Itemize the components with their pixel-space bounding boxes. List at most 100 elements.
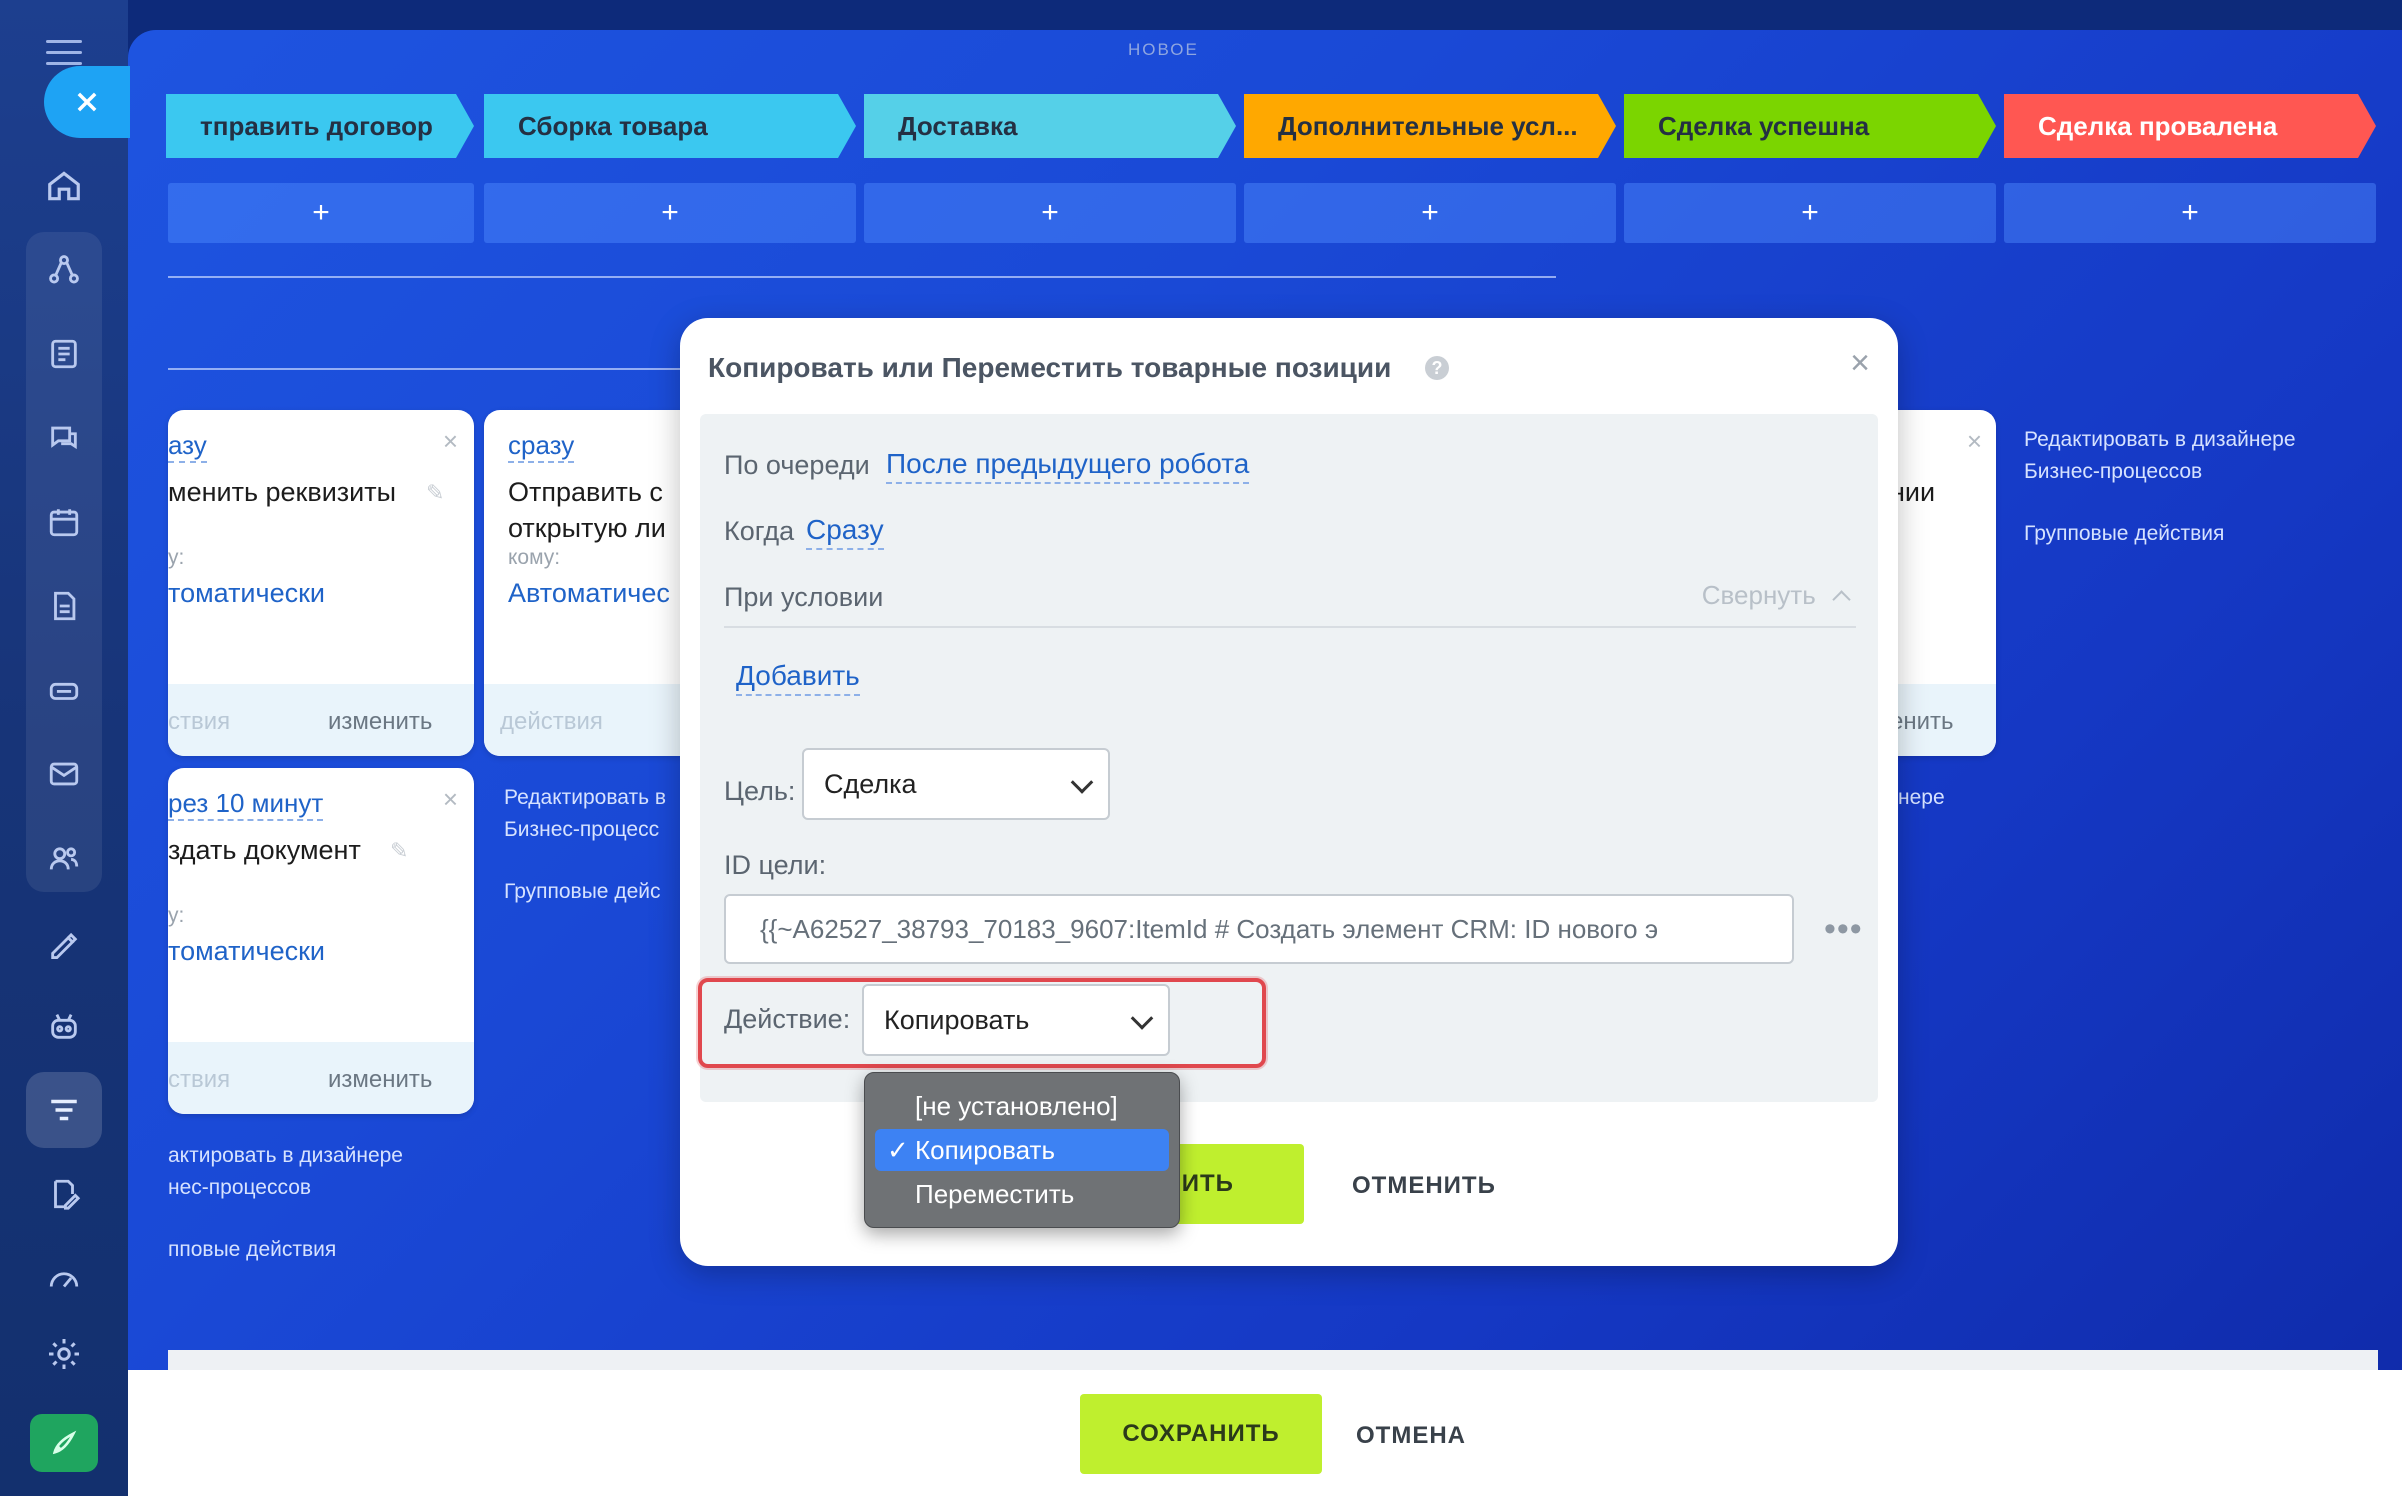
add-robot-button[interactable]: + [484,183,856,243]
card-actions-link[interactable]: ствия [168,708,230,736]
robot-title: здать документ [168,835,361,865]
save-button[interactable]: СОХРАНИТЬ [1080,1394,1322,1474]
designer-link[interactable]: Редактировать в дизайнере Бизнес-процесс… [2024,424,2296,488]
stage-label: Доставка [898,110,1018,141]
stage-failed[interactable]: Сделка провалена [2004,94,2376,158]
dropdown-option-label: Копировать [915,1134,1055,1165]
robot-assignee: томатически [168,578,325,608]
stage-success[interactable]: Сделка успешна [1624,94,1996,158]
robot-timing[interactable]: сразу [508,430,575,463]
group-actions-link[interactable]: Групповые дейс [504,876,661,908]
divider [168,276,1556,278]
designer-link-line2: нес-процессов [168,1176,312,1199]
target-id-value: {{~A62527_38793_70183_9607:ItemId # Созд… [760,913,1659,944]
flow-icon[interactable] [34,240,94,300]
pencil-icon[interactable]: ✎ [390,838,408,864]
sign-icon[interactable] [34,912,94,972]
calendar-icon[interactable] [34,492,94,552]
add-robot-button[interactable]: + [168,183,474,243]
mail-icon[interactable] [34,744,94,804]
scroll-strip[interactable] [168,1350,2378,1370]
document-list-icon[interactable] [34,324,94,384]
robot-to-label: кому: [508,546,561,569]
robot-to-label: у: [168,904,185,927]
users-icon[interactable] [34,828,94,888]
card-actions-link[interactable]: ствия [168,1066,230,1094]
robot-title: открытую ли [508,513,666,543]
card-edit-link[interactable]: изменить [328,708,432,736]
designer-link[interactable]: актировать в дизайнере нес-процессов [168,1140,403,1204]
file-icon[interactable] [34,576,94,636]
pencil-icon[interactable]: ✎ [426,480,444,506]
queue-label: По очереди [724,450,870,480]
close-icon[interactable]: × [1967,426,1982,457]
dropdown-option-move[interactable]: Переместить [875,1173,1169,1215]
card-edit-link[interactable]: енить [1890,708,1954,736]
collapse-toggle[interactable]: Свернуть [1702,580,1851,611]
help-icon[interactable]: ? [1425,356,1449,380]
edit-document-icon[interactable] [34,1164,94,1224]
dialog-cancel-button[interactable]: ОТМЕНИТЬ [1352,1172,1496,1200]
robot-card[interactable]: азу × менить реквизиты ✎ у: томатически … [168,410,474,756]
stage-send-contract[interactable]: тправить договор [166,94,474,158]
stage-label: тправить договор [200,110,433,141]
card-edit-link[interactable]: изменить [328,1066,432,1094]
robot-assignee: томатически [168,936,325,966]
checkmark-icon: ✓ [887,1134,909,1165]
rocket-icon[interactable] [30,1414,98,1472]
target-select-value: Сделка [824,768,917,799]
robot-title: Отправить с [508,477,663,507]
highlight-frame [698,978,1266,1068]
add-robot-button[interactable]: + [1624,183,1996,243]
robot-to-label: у: [168,546,185,569]
condition-label: При условии [724,582,884,612]
stage-assembly[interactable]: Сборка товара [484,94,856,158]
card-actions-link[interactable]: действия [500,708,603,736]
stage-label: Сделка успешна [1658,110,1870,141]
when-value-link[interactable]: Сразу [806,514,884,550]
robot-card[interactable]: рез 10 минут × здать документ ✎ у: томат… [168,768,474,1114]
dropdown-option-copy[interactable]: ✓ Копировать [875,1129,1169,1171]
condition-divider [724,626,1856,628]
robot-timing[interactable]: азу [168,430,207,463]
robot-timing[interactable]: рез 10 минут [168,788,324,821]
designer-link[interactable]: нере [1898,782,1945,814]
target-select[interactable]: Сделка [802,748,1110,820]
close-icon[interactable]: × [443,426,458,457]
designer-link-line2: Бизнес-процессов [2024,460,2203,483]
group-actions-link[interactable]: Групповые действия [2024,518,2224,550]
drive-icon[interactable] [34,660,94,720]
new-label: НОВОЕ [1128,40,1199,59]
target-id-input[interactable]: {{~A62527_38793_70183_9607:ItemId # Созд… [724,894,1794,964]
dropdown-option-unset[interactable]: [не установлено] [875,1085,1169,1127]
stage-additional[interactable]: Дополнительные усл... [1244,94,1616,158]
add-condition-link[interactable]: Добавить [736,660,860,696]
designer-link-line1: актировать в дизайнере [168,1144,403,1167]
cancel-button[interactable]: ОТМЕНА [1356,1422,1466,1450]
more-icon[interactable]: ••• [1824,910,1863,949]
chevron-up-icon [1832,590,1851,609]
close-icon[interactable]: × [443,784,458,815]
robot-icon[interactable] [34,996,94,1056]
designer-link-line1: Редактировать в [504,786,667,809]
home-icon[interactable] [34,156,94,216]
add-robot-button[interactable]: + [864,183,1236,243]
gear-icon[interactable] [34,1324,94,1384]
stage-delivery[interactable]: Доставка [864,94,1236,158]
target-label: Цель: [724,776,796,806]
funnel-icon[interactable] [34,1080,94,1140]
add-robot-button[interactable]: + [1244,183,1616,243]
designer-link[interactable]: Редактировать в Бизнес-процесс [504,782,666,846]
dialog-title: Копировать или Переместить товарные пози… [708,352,1392,383]
speedometer-icon[interactable] [34,1248,94,1308]
queue-value-link[interactable]: После предыдущего робота [886,448,1250,484]
close-button[interactable] [44,66,130,138]
dialog-close-icon[interactable]: × [1850,344,1870,383]
group-actions-link[interactable]: пповые действия [168,1234,336,1266]
robot-assignee: Автоматичес [508,578,670,608]
left-sidebar [0,0,128,1496]
chat-icon[interactable] [34,408,94,468]
divider [168,368,688,370]
chevron-down-icon [1070,771,1094,794]
add-robot-button[interactable]: + [2004,183,2376,243]
